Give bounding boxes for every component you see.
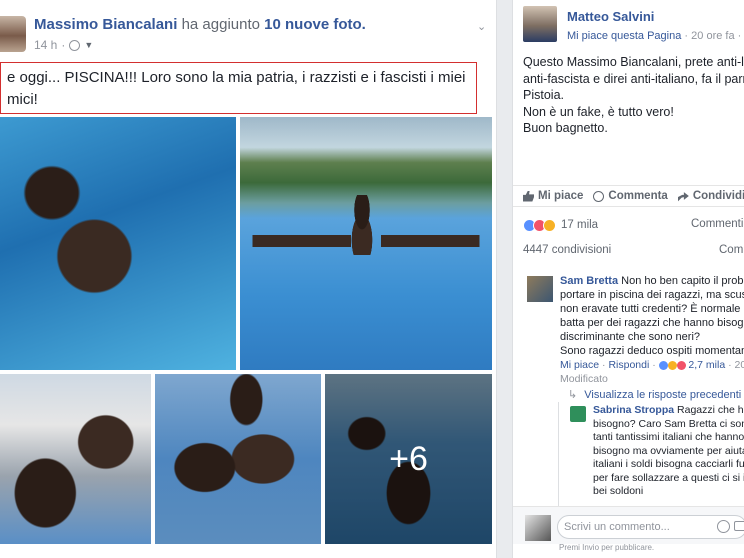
comment-line: Non ho ben capito il problema: [621, 275, 744, 287]
globe-icon[interactable]: [69, 39, 81, 51]
comment-line: discriminante che sono neri?: [560, 331, 701, 343]
reply: Sabrina Stroppa Ragazzi che hanno bisogn…: [558, 402, 744, 506]
photo-4[interactable]: [155, 374, 321, 544]
camera-icon[interactable]: [734, 521, 744, 531]
post-header: Massimo Biancalani ha aggiunto 10 nuove …: [0, 8, 497, 52]
shared-line: Pistoia.: [523, 88, 564, 102]
reply-line: italiani i soldi bisogna cacciarli fuori…: [593, 458, 744, 470]
commenter-name[interactable]: Sam Bretta: [560, 275, 618, 287]
shared-time[interactable]: 20 ore fa: [691, 30, 734, 42]
replier-avatar[interactable]: [570, 406, 586, 422]
reply-line: bisogno ma ovviamente per aiutare gl: [593, 444, 744, 457]
more-photos-count: +6: [389, 439, 428, 478]
reply-arrow-icon: ↳: [568, 389, 578, 401]
post-author-line: Massimo Biancalani ha aggiunto 10 nuove …: [34, 16, 366, 33]
comment-time[interactable]: 20 h: [735, 359, 744, 371]
reply-line: bisogno? Caro Sam Bretta ci sono tar: [593, 417, 744, 430]
like-reaction-icon: [658, 360, 668, 370]
shares-count[interactable]: 4447 condivisioni: [523, 244, 611, 256]
share-button[interactable]: Condividi: [677, 190, 744, 202]
reply-body: Sabrina Stroppa Ragazzi che hanno bisogn…: [593, 404, 744, 499]
post-text-highlight: e oggi... PISCINA!!! Loro sono la mia pa…: [0, 62, 477, 114]
shares-row: 4447 condivisioni Comme: [523, 244, 744, 260]
share-icon: [677, 192, 689, 202]
like-page-link[interactable]: Mi piace questa Pagina: [567, 30, 681, 42]
salvini-post: Matteo Salvini Mi piace questa Pagina · …: [512, 0, 744, 558]
photo-3[interactable]: [0, 374, 151, 544]
post-author-name[interactable]: Massimo Biancalani: [34, 16, 177, 33]
user-avatar: [525, 515, 551, 541]
reply-line: tanti tantissimi italiani che hanno molt: [593, 431, 744, 443]
post-text-line2: mici!: [7, 91, 38, 108]
comment-edited: Modificato: [560, 373, 608, 385]
shared-header: Matteo Salvini Mi piace questa Pagina · …: [513, 0, 744, 46]
photo-1[interactable]: [0, 117, 236, 370]
caret-down-icon[interactable]: ▼: [84, 40, 93, 50]
photo-post: Massimo Biancalani ha aggiunto 10 nuove …: [0, 0, 497, 558]
comment-line: non eravate tutti credenti? È normale un…: [560, 303, 744, 315]
love-reaction-icon: [676, 360, 686, 370]
reactions-row: 17 mila Commenti pi: [523, 216, 744, 234]
page-name[interactable]: Matteo Salvini: [567, 9, 654, 24]
comment-reaction-count[interactable]: 2,7 mila: [688, 359, 725, 371]
shared-line: Questo Massimo Biancalani, prete anti-le…: [523, 55, 744, 69]
photo-grid: +6: [0, 117, 492, 544]
shared-line: anti-fascista e direi anti-italiano, fa …: [523, 71, 744, 86]
comment-line: Sono ragazzi deduco ospiti momentanea...…: [560, 345, 744, 357]
comment-line: portare in piscina dei ragazzi, ma scusa…: [560, 289, 744, 301]
comment-like-link[interactable]: Mi piace: [560, 359, 599, 371]
shared-text: Questo Massimo Biancalani, prete anti-le…: [523, 54, 744, 137]
thumbs-up-icon: [523, 190, 534, 202]
reaction-count[interactable]: 17 mila: [561, 219, 598, 231]
post-time[interactable]: 14 h: [34, 38, 57, 52]
comments-link[interactable]: Commenti pi: [691, 218, 744, 230]
view-previous-replies[interactable]: ↳ Visualizza le risposte precedenti: [568, 388, 741, 401]
post-text-line1: e oggi... PISCINA!!! Loro sono la mia pa…: [7, 69, 466, 86]
comment-input[interactable]: Scrivi un commento...: [557, 515, 744, 539]
reply-line: per fare sollazzare a questi ci si intas…: [593, 471, 744, 484]
reply-line: Ragazzi che hanno: [677, 404, 744, 416]
chevron-down-icon[interactable]: ⌄: [477, 20, 489, 33]
haha-reaction-icon[interactable]: [543, 218, 556, 232]
author-avatar[interactable]: [0, 16, 26, 52]
comment-icon: [593, 190, 605, 202]
write-comment-box: Scrivi un commento...: [513, 506, 744, 544]
comment-body: Sam Bretta Non ho ben capito il problema…: [560, 274, 744, 386]
commenter-avatar[interactable]: [527, 276, 553, 302]
shared-line: Buon bagnetto.: [523, 121, 608, 135]
page-avatar[interactable]: [523, 6, 557, 42]
post-meta: 14 h · ▼: [34, 38, 94, 52]
photo-2[interactable]: [240, 117, 492, 370]
comment-reply-link[interactable]: Rispondi: [608, 359, 649, 371]
action-bar: Mi piace Commenta Condividi: [513, 185, 744, 207]
post-action: ha aggiunto: [181, 16, 260, 33]
like-button[interactable]: Mi piace: [523, 190, 583, 202]
screenshot: Massimo Biancalani ha aggiunto 10 nuove …: [0, 0, 744, 558]
emoji-icon[interactable]: [717, 520, 730, 533]
swimmer: [344, 195, 380, 255]
shared-line: Non è un fake, è tutto vero!: [523, 104, 674, 119]
photo-5-more[interactable]: +6: [325, 374, 492, 544]
comment-line: batta per dei ragazzi che hanno bisogno,…: [560, 317, 744, 329]
reply-line: bei soldoni: [593, 485, 644, 497]
photo-count-link[interactable]: 10 nuove foto.: [264, 16, 366, 33]
comment-actions: Mi piace · Rispondi · 2,7 mila · 20 h: [560, 358, 744, 372]
haha-reaction-icon: [667, 360, 677, 370]
comment-button[interactable]: Commenta: [593, 190, 668, 202]
shared-meta: Mi piace questa Pagina · 20 ore fa ·: [567, 30, 744, 42]
press-enter-hint: Premi Invio per pubblicare.: [559, 543, 655, 552]
replier-name[interactable]: Sabrina Stroppa: [593, 404, 674, 416]
comments-link-short[interactable]: Comme: [719, 244, 744, 256]
